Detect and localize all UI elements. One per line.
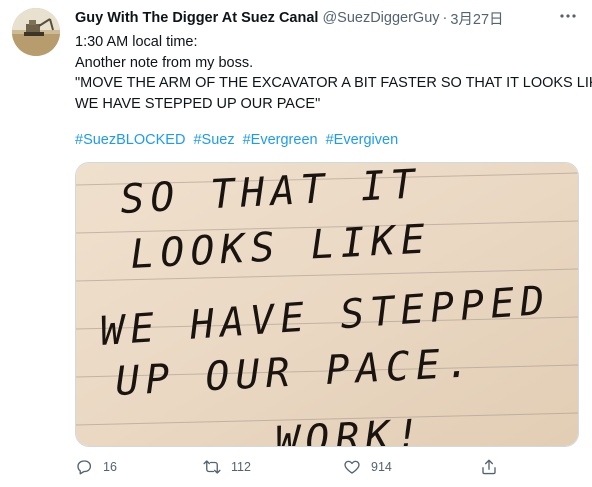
- share-icon: [482, 459, 496, 475]
- tweet-date[interactable]: 3月27日: [450, 8, 503, 29]
- like-count: 914: [371, 460, 392, 474]
- tweet-text-line: "MOVE THE ARM OF THE EXCAVATOR A BIT FAS…: [75, 75, 592, 91]
- tweet-text: 1:30 AM local time: Another note from my…: [75, 32, 592, 114]
- hashtag-list: #SuezBLOCKED #Suez #Evergreen #Evergiven: [75, 130, 402, 150]
- hashtag-link[interactable]: #Evergreen: [243, 132, 318, 148]
- hashtag-link[interactable]: #Suez: [193, 132, 234, 148]
- header-separator: ·: [442, 10, 448, 26]
- hashtag-link[interactable]: #SuezBLOCKED: [75, 132, 185, 148]
- reply-icon: [77, 460, 92, 475]
- reply-count: 16: [103, 460, 117, 474]
- share-button[interactable]: [480, 455, 508, 479]
- retweet-count: 112: [231, 460, 251, 474]
- user-handle[interactable]: @SuezDiggerGuy: [322, 10, 439, 26]
- tweet-media-image[interactable]: SO THAT IT LOOKS LIKE WE HAVE STEPPED UP…: [75, 162, 579, 447]
- avatar[interactable]: [12, 8, 60, 56]
- like-button[interactable]: 914: [343, 455, 392, 479]
- tweet-actions: 16 112 914: [75, 455, 515, 479]
- hashtag-link[interactable]: #Evergiven: [326, 132, 399, 148]
- tweet-text-line: 1:30 AM local time:: [75, 34, 198, 50]
- retweet-icon: [203, 460, 221, 474]
- more-options-icon[interactable]: [558, 6, 578, 26]
- tweet-header: Guy With The Digger At Suez Canal @SuezD…: [75, 8, 580, 28]
- reply-button[interactable]: 16: [75, 455, 117, 479]
- display-name[interactable]: Guy With The Digger At Suez Canal: [75, 10, 318, 26]
- tweet-text-line: WE HAVE STEPPED UP OUR PACE": [75, 95, 321, 112]
- tweet-card[interactable]: Guy With The Digger At Suez Canal @SuezD…: [0, 0, 592, 487]
- retweet-button[interactable]: 112: [203, 455, 251, 479]
- handwritten-note-photo: SO THAT IT LOOKS LIKE WE HAVE STEPPED UP…: [76, 163, 578, 446]
- heart-icon: [344, 460, 360, 474]
- avatar-excavator-image: [12, 8, 60, 56]
- tweet-text-line: Another note from my boss.: [75, 54, 254, 71]
